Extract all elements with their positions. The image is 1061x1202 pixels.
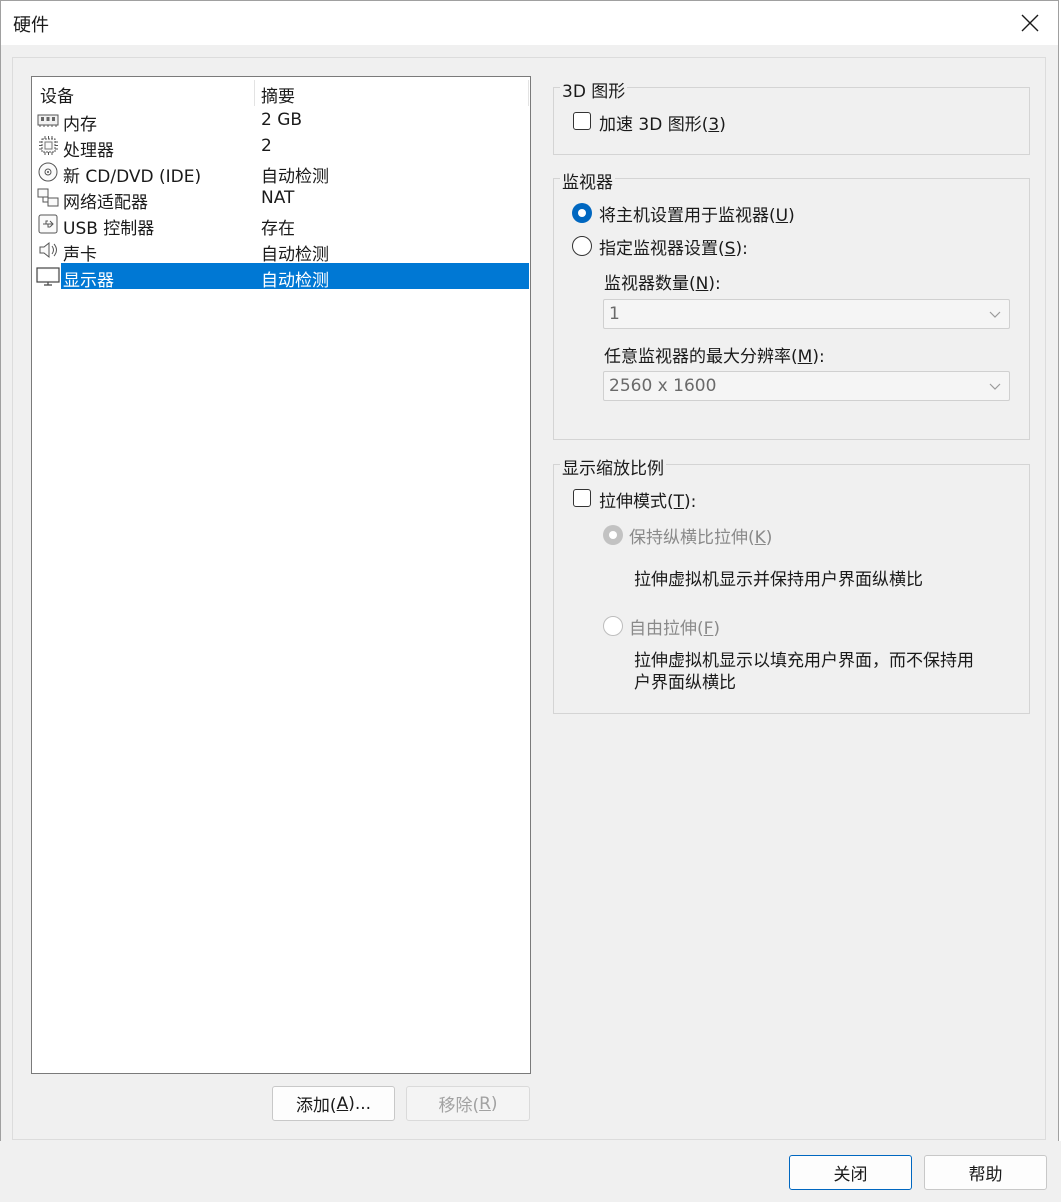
column-separator[interactable]: [254, 80, 255, 106]
column-header-device[interactable]: 设备: [40, 82, 74, 107]
stretch-mode-checkbox[interactable]: [573, 489, 591, 507]
monitor-count-value: 1: [609, 304, 620, 324]
window-title: 硬件: [13, 15, 49, 36]
specify-monitor-accesskey: S: [724, 239, 736, 259]
monitor-icon: [36, 267, 60, 286]
graphics-3d-title: 3D 图形: [560, 77, 628, 102]
chevron-down-icon: [989, 311, 1001, 318]
column-header-summary[interactable]: 摘要: [261, 82, 295, 107]
stretch-mode-text: 拉伸模式(: [599, 492, 674, 512]
keep-aspect-suffix: ): [765, 528, 773, 548]
column-separator[interactable]: [528, 80, 529, 106]
monitor-count-suffix: ):: [708, 274, 721, 294]
close-icon[interactable]: [1016, 9, 1044, 37]
free-stretch-radio[interactable]: [603, 616, 623, 636]
max-resolution-accesskey: M: [797, 347, 813, 367]
device-summary: 自动检测: [261, 167, 329, 187]
accelerate-3d-checkbox[interactable]: [573, 112, 591, 130]
keep-aspect-label[interactable]: 保持纵横比拉伸(K): [629, 523, 772, 548]
free-stretch-description-line2: 户界面纵横比: [634, 673, 736, 693]
add-suffix: )...: [348, 1093, 372, 1114]
list-header: 设备 摘要: [32, 77, 530, 107]
help-button[interactable]: 帮助: [924, 1155, 1047, 1190]
monitor-count-label: 监视器数量(N):: [604, 269, 721, 294]
usb-icon: [38, 214, 58, 234]
speaker-icon: [39, 241, 57, 259]
device-row-usb[interactable]: USB 控制器 存在: [32, 211, 530, 239]
device-summary: 自动检测: [261, 245, 329, 265]
device-name: 新 CD/DVD (IDE): [63, 167, 202, 187]
device-row-cd-dvd[interactable]: 新 CD/DVD (IDE) 自动检测: [32, 159, 530, 187]
max-resolution-suffix: ):: [812, 347, 825, 367]
accelerate-3d-label[interactable]: 加速 3D 图形(3): [599, 110, 726, 135]
device-summary: 自动检测: [261, 271, 329, 291]
add-button[interactable]: 添加(A)...: [272, 1086, 395, 1121]
free-stretch-description-line1: 拉伸虚拟机显示以填充用户界面，而不保持用: [634, 651, 974, 671]
cpu-icon: [39, 136, 58, 155]
remove-suffix: ): [490, 1093, 498, 1114]
free-stretch-text: 自由拉伸(: [629, 619, 704, 639]
max-resolution-value: 2560 x 1600: [609, 376, 717, 396]
device-name: USB 控制器: [63, 219, 155, 239]
keep-aspect-description: 拉伸虚拟机显示并保持用户界面纵横比: [634, 570, 923, 590]
title-bar: 硬件: [1, 1, 1058, 45]
specify-monitor-radio[interactable]: [572, 236, 592, 256]
accelerate-3d-text: 加速 3D 图形(: [599, 115, 709, 135]
device-row-processor[interactable]: 处理器 2: [32, 133, 530, 161]
device-list[interactable]: 设备 摘要 内存 2 GB 处理器 2 新 CD/DVD (IDE) 自动检测: [31, 76, 531, 1074]
keep-aspect-accesskey: K: [754, 528, 766, 548]
monitor-count-accesskey: N: [695, 274, 709, 294]
add-accesskey: A: [336, 1093, 349, 1114]
remove-label: 移除(: [438, 1096, 480, 1116]
device-summary: 存在: [261, 219, 295, 239]
monitor-count-text: 监视器数量(: [604, 274, 696, 294]
use-host-radio[interactable]: [572, 203, 592, 223]
device-name: 网络适配器: [63, 193, 148, 213]
max-resolution-select[interactable]: 2560 x 1600: [603, 371, 1010, 401]
chevron-down-icon: [989, 383, 1001, 390]
device-summary: NAT: [261, 188, 295, 208]
specify-monitor-label[interactable]: 指定监视器设置(S):: [599, 234, 748, 259]
scaling-title: 显示缩放比例: [560, 454, 666, 479]
device-row-memory[interactable]: 内存 2 GB: [32, 107, 530, 135]
disc-icon: [38, 162, 58, 182]
keep-aspect-text: 保持纵横比拉伸(: [629, 528, 755, 548]
keep-aspect-radio[interactable]: [603, 525, 623, 545]
device-row-sound[interactable]: 声卡 自动检测: [32, 237, 530, 265]
device-summary: 2: [261, 136, 272, 156]
device-summary: 2 GB: [261, 110, 303, 130]
close-button[interactable]: 关闭: [789, 1155, 912, 1190]
free-stretch-label[interactable]: 自由拉伸(F): [629, 614, 720, 639]
stretch-mode-suffix: ):: [684, 492, 697, 512]
device-name: 内存: [63, 115, 97, 135]
stretch-mode-label[interactable]: 拉伸模式(T):: [599, 487, 696, 512]
device-name: 声卡: [63, 245, 97, 265]
monitor-count-select[interactable]: 1: [603, 299, 1010, 329]
use-host-label[interactable]: 将主机设置用于监视器(U): [599, 201, 795, 226]
monitor-title: 监视器: [560, 168, 615, 193]
remove-button[interactable]: 移除(R): [406, 1086, 530, 1121]
max-resolution-text: 任意监视器的最大分辨率(: [604, 347, 798, 367]
remove-accesskey: R: [479, 1093, 491, 1114]
use-host-text: 将主机设置用于监视器(: [599, 206, 776, 226]
device-row-network[interactable]: 网络适配器 NAT: [32, 185, 530, 213]
accelerate-3d-accesskey: 3: [708, 115, 720, 135]
max-resolution-label: 任意监视器的最大分辨率(M):: [604, 342, 825, 367]
stretch-mode-accesskey: T: [673, 492, 685, 512]
specify-monitor-text: 指定监视器设置(: [599, 239, 725, 259]
free-stretch-suffix: ): [713, 619, 721, 639]
add-label: 添加(: [295, 1096, 337, 1116]
free-stretch-accesskey: F: [703, 619, 714, 639]
use-host-suffix: ): [788, 206, 795, 226]
device-name: 处理器: [63, 141, 114, 161]
network-icon: [37, 188, 59, 207]
memory-icon: [37, 114, 59, 127]
device-row-display[interactable]: 显示器 自动检测: [32, 263, 530, 291]
specify-monitor-suffix: ):: [735, 239, 748, 259]
device-name: 显示器: [63, 271, 114, 291]
use-host-accesskey: U: [775, 206, 789, 226]
accelerate-3d-suffix: ): [719, 115, 726, 135]
